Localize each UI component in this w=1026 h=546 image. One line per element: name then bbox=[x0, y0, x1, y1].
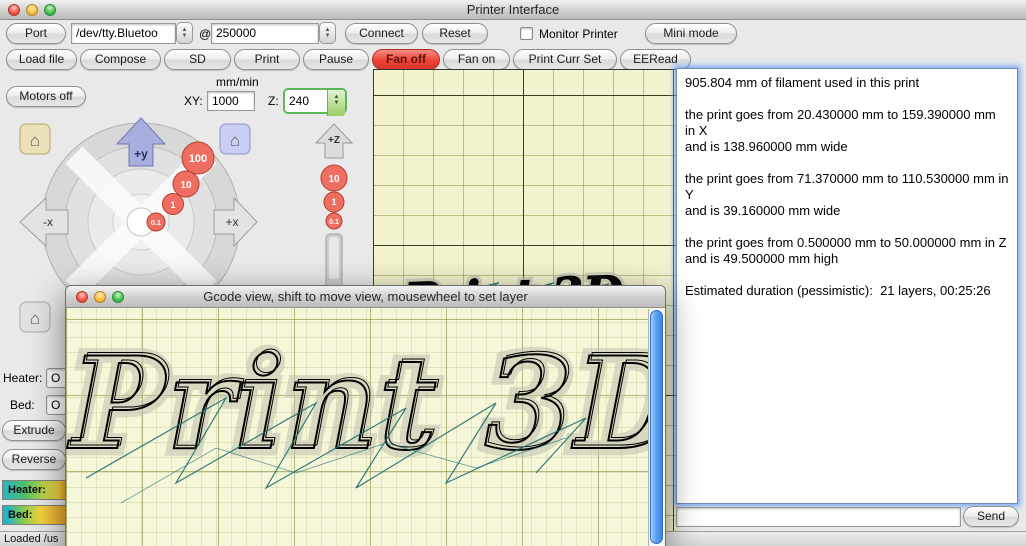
gcode-scrollbar[interactable] bbox=[648, 309, 664, 546]
compose-button[interactable]: Compose bbox=[80, 49, 161, 70]
sd-button[interactable]: SD bbox=[164, 49, 231, 70]
gcode-print-preview: Print 3D Print 3D Print 3D bbox=[66, 308, 649, 546]
home-icon: ⌂ bbox=[30, 131, 40, 150]
gcode-scrollbar-thumb[interactable] bbox=[650, 310, 663, 544]
xy-feed-label: XY: bbox=[184, 94, 203, 108]
fan-off-button[interactable]: Fan off bbox=[372, 49, 440, 70]
home-icon: ⌂ bbox=[230, 131, 240, 150]
home-z-button[interactable]: ⌂ bbox=[20, 302, 50, 332]
z-step-1-button[interactable]: 1 bbox=[324, 192, 344, 212]
window-titlebar[interactable]: Printer Interface bbox=[0, 0, 1026, 20]
gcode-titlebar[interactable]: Gcode view, shift to move view, mousewhe… bbox=[66, 286, 665, 308]
arrow-down-icon[interactable]: ▼ bbox=[320, 33, 335, 39]
motors-off-button[interactable]: Motors off bbox=[6, 86, 86, 107]
print-info-panel[interactable]: 905.804 mm of filament used in this prin… bbox=[676, 68, 1018, 504]
baud-stepper[interactable]: ▲ ▼ bbox=[319, 22, 336, 44]
printer-interface-window: Printer Interface Port /dev/tty.Bluetoo … bbox=[0, 0, 1026, 546]
step-10-label: 10 bbox=[180, 180, 192, 191]
z-step-10-label: 10 bbox=[328, 174, 340, 185]
z-feed-field-group: 240 ▲ ▼ bbox=[283, 88, 347, 114]
xy-feed-field[interactable]: 1000 bbox=[207, 91, 255, 111]
load-file-button[interactable]: Load file bbox=[6, 49, 77, 70]
connect-button[interactable]: Connect bbox=[345, 23, 418, 44]
step-01-label: 0.1 bbox=[151, 218, 161, 227]
jog-step-10-button[interactable]: 10 bbox=[173, 171, 199, 197]
z-step-10-button[interactable]: 10 bbox=[321, 165, 347, 191]
bed-gauge: Bed: bbox=[2, 505, 66, 525]
print-button[interactable]: Print bbox=[234, 49, 300, 70]
reverse-button[interactable]: Reverse bbox=[2, 449, 66, 470]
z-step-01-label: 0.1 bbox=[329, 219, 339, 226]
monitor-printer-checkbox[interactable] bbox=[520, 27, 533, 40]
z-feed-stepper[interactable]: ▲ ▼ bbox=[327, 90, 345, 116]
z-step-1-label: 1 bbox=[331, 197, 336, 207]
home-icon: ⌂ bbox=[30, 309, 40, 328]
gcode-window[interactable]: Gcode view, shift to move view, mousewhe… bbox=[65, 285, 666, 546]
z-plus-button[interactable]: +Z bbox=[316, 124, 352, 158]
jog-step-100-button[interactable]: 100 bbox=[182, 142, 214, 174]
feedrate-units-label: mm/min bbox=[216, 75, 259, 89]
z-track-highlight bbox=[329, 237, 339, 279]
plus-y-label: +y bbox=[134, 147, 148, 161]
eeread-button[interactable]: EERead bbox=[620, 49, 691, 70]
window-title: Printer Interface bbox=[0, 2, 1026, 17]
monitor-printer-label: Monitor Printer bbox=[539, 27, 618, 41]
jog-step-01-button[interactable]: 0.1 bbox=[147, 213, 165, 231]
minus-x-label: -x bbox=[43, 215, 53, 229]
step-1-label: 1 bbox=[170, 200, 175, 210]
extrude-button[interactable]: Extrude bbox=[2, 420, 66, 441]
z-step-01-button[interactable]: 0.1 bbox=[326, 213, 342, 229]
heater-gauge: Heater: bbox=[2, 480, 66, 500]
bed-label: Bed: bbox=[10, 398, 35, 412]
z-feed-field[interactable]: 240 bbox=[285, 90, 327, 112]
mini-mode-button[interactable]: Mini mode bbox=[645, 23, 737, 44]
gcode-window-title: Gcode view, shift to move view, mousewhe… bbox=[66, 289, 665, 304]
model-infill: Print 3D bbox=[70, 327, 649, 475]
z-plus-label: +Z bbox=[328, 135, 340, 146]
arrow-down-icon[interactable]: ▼ bbox=[177, 33, 192, 39]
home-x-button[interactable]: ⌂ bbox=[20, 124, 50, 154]
baud-field[interactable]: 250000 bbox=[211, 23, 319, 44]
reset-button[interactable]: Reset bbox=[422, 23, 488, 44]
jog-step-1-button[interactable]: 1 bbox=[163, 194, 184, 215]
step-100-label: 100 bbox=[189, 153, 207, 165]
arrow-down-icon[interactable]: ▼ bbox=[328, 100, 345, 106]
home-y-button[interactable]: ⌂ bbox=[220, 124, 250, 154]
status-text: Loaded /us bbox=[4, 533, 58, 545]
plus-x-label: +x bbox=[225, 215, 238, 229]
port-stepper[interactable]: ▲ ▼ bbox=[176, 22, 193, 44]
heater-label: Heater: bbox=[3, 371, 42, 385]
send-button[interactable]: Send bbox=[963, 506, 1019, 527]
fan-on-button[interactable]: Fan on bbox=[443, 49, 510, 70]
z-feed-label: Z: bbox=[268, 94, 279, 108]
pause-button[interactable]: Pause bbox=[303, 49, 369, 70]
gcode-canvas[interactable]: Print 3D Print 3D Print 3D bbox=[66, 308, 649, 546]
port-field[interactable]: /dev/tty.Bluetoo bbox=[71, 23, 176, 44]
at-label: @ bbox=[199, 27, 211, 41]
print-curr-set-button[interactable]: Print Curr Set bbox=[513, 49, 617, 70]
port-button[interactable]: Port bbox=[6, 23, 66, 44]
command-input[interactable] bbox=[676, 507, 961, 527]
